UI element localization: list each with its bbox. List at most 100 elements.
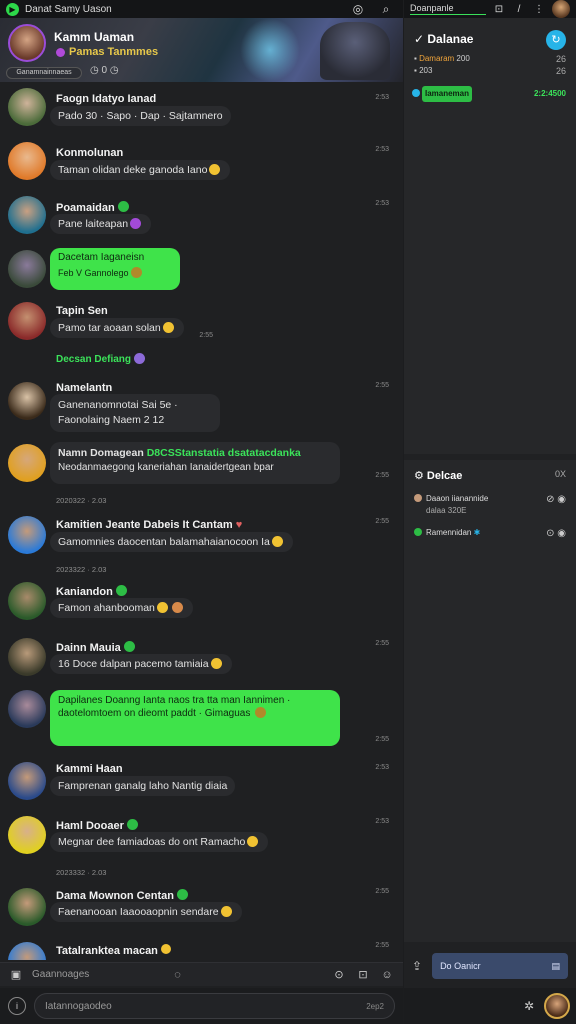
avatar[interactable] (8, 444, 46, 482)
message-author[interactable]: Dama Mownon Centan (56, 889, 188, 902)
avatar[interactable] (8, 942, 46, 960)
verified-badge-icon (123, 641, 135, 652)
more-icon[interactable]: ⋮ (532, 4, 546, 15)
message-item[interactable]: Faogn Idatyo Ianad Pado 30 · Sapo · Dap … (0, 88, 403, 134)
activity-actions[interactable]: ⊙ ◉ (546, 528, 566, 539)
message-input[interactable]: Iatannogaodeo 2ep2 (34, 993, 395, 1019)
message-item[interactable]: Poamaidan Pane laiteapan 2:53 (0, 196, 403, 242)
message-author[interactable]: Dainn Mauia (56, 641, 135, 654)
event-icon (133, 353, 145, 364)
info-icon[interactable]: i (8, 997, 26, 1015)
message-text: Ganenanomnotai Sai 5e · Faonolaing Naem … (50, 394, 220, 432)
member-count: 2:2:4500 (533, 89, 566, 98)
message-bubble: Namn Domagean D8CSStanstatia dsatatacdan… (50, 442, 340, 484)
emoji-icon (130, 218, 142, 229)
side-footer: ✲ (404, 988, 576, 1024)
user-avatar[interactable] (552, 0, 570, 18)
message-item[interactable]: Tatalranktea macan 2:55 (0, 940, 403, 960)
message-time: 2:53 (375, 146, 389, 153)
avatar[interactable] (8, 142, 46, 180)
message-author[interactable]: Konmolunan (56, 147, 123, 159)
close-button[interactable]: 0X (555, 469, 566, 479)
message-author[interactable]: Kaniandon (56, 585, 127, 598)
message-text: Gamomnies daocentan balamahaianocoon Ia (50, 532, 293, 552)
message-author[interactable]: Kamitien Jeante Dabeis It Cantam ♥ (56, 519, 242, 531)
avatar[interactable] (8, 516, 46, 554)
compass-icon[interactable]: ◎ (347, 2, 369, 16)
avatar[interactable] (8, 762, 46, 800)
activity-row[interactable]: Daaon iianannide dalaa 320E ⊘ ◉ (414, 494, 566, 515)
message-author[interactable]: Tatalranktea macan (56, 944, 171, 957)
avatar[interactable] (8, 582, 46, 620)
avatar (414, 494, 422, 502)
message-item[interactable]: Konmolunan Taman olidan deke ganoda Iano… (0, 142, 403, 188)
avatar[interactable] (8, 638, 46, 676)
message-item[interactable]: Namelantn Ganenanomnotai Sai 5e · Faonol… (0, 378, 403, 436)
message-item[interactable]: Tapin Sen Pamo tar aoaan solan 2:55 (0, 302, 403, 348)
message-item[interactable]: Kamitien Jeante Dabeis It Cantam ♥ Gamom… (0, 514, 403, 560)
channel-avatar[interactable] (8, 24, 46, 62)
char-counter: 2ep2 (366, 1001, 384, 1011)
message-text: Pane laiteapan (50, 214, 152, 234)
message-item[interactable]: Kaniandon Famon ahanbooman (0, 582, 403, 628)
avatar[interactable] (8, 382, 46, 420)
verified-badge-icon (126, 819, 138, 830)
message-toolbar: ▣ Gaannoages ◌ ⊙ ⊡ ☺ (0, 962, 403, 986)
message-item[interactable]: Namn Domagean D8CSStanstatia dsatatacdan… (0, 442, 403, 488)
message-time: 2:53 (375, 764, 389, 771)
message-author[interactable]: Tapin Sen (56, 305, 108, 317)
verified-badge-icon (115, 585, 127, 596)
refresh-icon[interactable]: ↻ (546, 30, 566, 50)
message-item[interactable]: Dacetam Iaganeisn Feb V Gannolego (0, 248, 403, 294)
screen-share-icon[interactable]: ⊡ (492, 4, 506, 15)
emoji-picker-icon[interactable]: ☺ (379, 969, 395, 981)
gear-icon: ✱ (473, 528, 481, 537)
message-item[interactable]: Dapilanes Doanng Ianta naos tra tta man … (0, 690, 403, 750)
avatar[interactable] (8, 302, 46, 340)
window-title: Danat Samy Uason (25, 3, 112, 15)
attach-icon[interactable]: ▤ (551, 961, 560, 972)
pin-icon[interactable]: / (512, 4, 526, 15)
upload-icon[interactable]: ⇪ (412, 959, 422, 973)
join-button[interactable]: Iamaneman (422, 86, 472, 102)
message-bubble: Dacetam Iaganeisn Feb V Gannolego (50, 248, 180, 290)
activity-row[interactable]: Ramennidan ✱ ⊙ ◉ (414, 528, 566, 539)
avatar[interactable] (8, 690, 46, 728)
avatar[interactable] (8, 888, 46, 926)
panel-title: ✓ Dalanae (414, 32, 474, 46)
message-item[interactable]: Kammi Haan Famprenan ganalg laho Nantig … (0, 760, 403, 806)
message-text: Famon ahanbooman (50, 598, 193, 618)
tab-side[interactable]: Doanpanle (410, 3, 486, 15)
message-item[interactable]: Dainn Mauia 16 Doce dalpan pacemo tamiai… (0, 638, 403, 684)
channel-subtitle: Pamas Tanmmes (56, 46, 158, 58)
message-author[interactable]: Poamaidan (56, 201, 129, 214)
date-separator: 2020322 · 2.03 (56, 496, 107, 505)
image-icon[interactable]: ▣ (8, 968, 24, 981)
avatar[interactable] (8, 816, 46, 854)
message-author[interactable]: Kammi Haan (56, 763, 123, 775)
banner-figure (320, 22, 390, 80)
avatar[interactable] (8, 250, 46, 288)
message-author[interactable]: Haml Dooaer (56, 819, 138, 832)
avatar[interactable] (8, 88, 46, 126)
status-dot-icon (414, 528, 422, 536)
verified-badge-icon (117, 201, 129, 212)
message-item[interactable]: Dama Mownon Centan Faenanooan Iaaooaopni… (0, 886, 403, 932)
profile-avatar[interactable] (544, 993, 570, 1019)
settings-icon[interactable]: ✲ (524, 999, 534, 1013)
gift-icon[interactable]: ⊡ (355, 968, 371, 981)
message-item[interactable]: Haml Dooaer Megnar dee famiadoas do ont … (0, 816, 403, 862)
stat-value: 26 (555, 54, 566, 64)
avatar[interactable] (8, 196, 46, 234)
search-icon[interactable]: ⌕ (375, 2, 397, 17)
message-time: 2:55 (375, 736, 389, 743)
message-author[interactable]: Namelantn (56, 382, 112, 394)
channel-tag-button[interactable]: Ganamnainnaeas (6, 67, 82, 79)
activity-actions[interactable]: ⊘ ◉ (546, 494, 566, 505)
message-time: 2:55 (375, 942, 389, 949)
send-box[interactable]: Do Oanicr ▤ (432, 953, 568, 979)
verified-badge-icon (176, 889, 188, 900)
message-author[interactable]: Faogn Idatyo Ianad (56, 93, 156, 105)
record-icon[interactable]: ⊙ (331, 968, 347, 981)
banner-controls[interactable]: ◷ 0 ◷ (90, 65, 119, 76)
